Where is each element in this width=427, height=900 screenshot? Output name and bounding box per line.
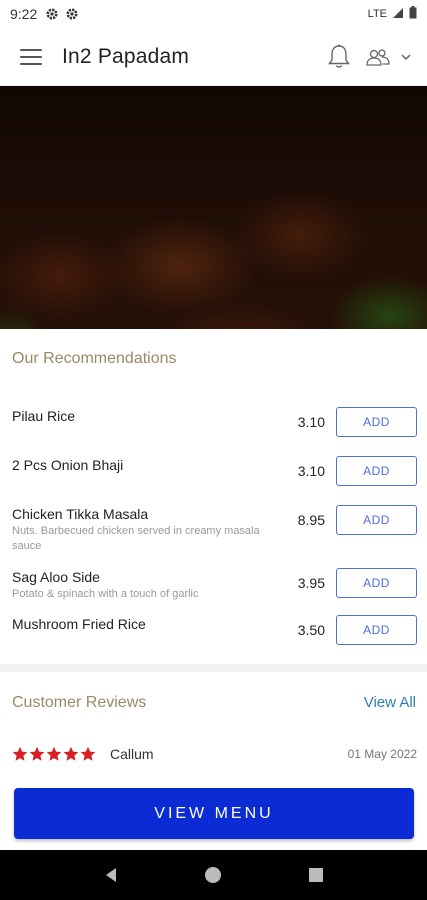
item-price: 8.95 <box>297 512 325 528</box>
home-icon[interactable] <box>201 863 225 887</box>
system-navigation-bar <box>0 850 427 900</box>
view-all-reviews-link[interactable]: View All <box>364 694 416 711</box>
add-button[interactable]: ADD <box>336 568 417 598</box>
star-icon <box>46 746 62 761</box>
back-icon[interactable] <box>99 863 123 887</box>
menu-hamburger-icon[interactable] <box>14 40 48 74</box>
users-icon <box>366 48 390 66</box>
add-button[interactable]: ADD <box>336 615 417 645</box>
add-button[interactable]: ADD <box>336 407 417 437</box>
rating-stars <box>12 746 96 762</box>
item-description: Potato & spinach with a touch of garlic <box>12 588 199 600</box>
reviews-title: Customer Reviews <box>12 694 147 711</box>
network-type: LTE <box>367 8 387 20</box>
recommendation-item: Chicken Tikka Masala Nuts. Barbecued chi… <box>12 505 417 556</box>
settings-gear-icon-2 <box>65 7 79 21</box>
status-bar: 9:22 LTE <box>0 0 427 28</box>
star-icon <box>63 746 79 761</box>
item-price: 3.95 <box>297 575 325 591</box>
item-price: 3.10 <box>297 414 325 430</box>
review-item: Callum 01 May 2022 <box>12 744 417 764</box>
star-icon <box>80 746 96 761</box>
star-icon <box>12 746 28 761</box>
star-icon <box>29 746 45 761</box>
restaurant-title: In2 Papadam <box>62 44 190 68</box>
notification-bell-icon[interactable] <box>327 44 351 70</box>
recommendations-title: Our Recommendations <box>12 350 177 367</box>
item-price: 3.10 <box>297 463 325 479</box>
account-menu[interactable] <box>365 47 413 67</box>
signal-icon <box>392 7 404 22</box>
battery-icon <box>409 6 417 22</box>
review-date: 01 May 2022 <box>347 747 417 761</box>
item-price: 3.50 <box>297 622 325 638</box>
add-button[interactable]: ADD <box>336 456 417 486</box>
settings-gear-icon <box>45 7 59 21</box>
view-menu-button[interactable]: VIEW MENU <box>14 788 414 839</box>
status-time: 9:22 <box>10 6 38 22</box>
recommendation-item: Pilau Rice 3.10 ADD <box>12 407 417 440</box>
item-description: Nuts. Barbecued chicken served in creamy… <box>12 525 260 552</box>
add-button[interactable]: ADD <box>336 505 417 535</box>
recommendation-item: Mushroom Fried Rice 3.50 ADD <box>12 615 417 648</box>
chevron-down-icon <box>401 53 411 60</box>
recommendation-item: 2 Pcs Onion Bhaji 3.10 ADD <box>12 456 417 489</box>
section-divider <box>0 664 427 672</box>
hero-food-image <box>0 86 427 329</box>
recents-icon[interactable] <box>304 863 328 887</box>
app-bar: In2 Papadam <box>0 28 427 86</box>
recommendation-item: Sag Aloo Side Potato & spinach with a to… <box>12 568 417 603</box>
reviewer-name: Callum <box>110 746 154 762</box>
